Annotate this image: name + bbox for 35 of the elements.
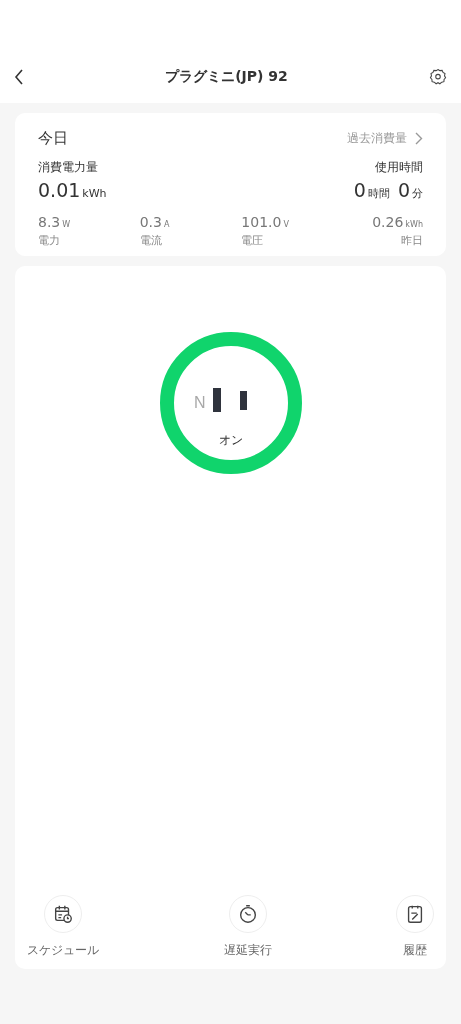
today-title: 今日 [38, 128, 68, 149]
socket-label: N [193, 393, 206, 411]
device-title: プラグミニ(JP) 92 [165, 68, 288, 85]
metric-value: 8.3 [38, 214, 61, 230]
history-button[interactable] [396, 894, 434, 933]
usage-time-label: 使用時間 [374, 158, 423, 176]
metric-unit: W [62, 220, 71, 229]
energy-unit: kWh [82, 185, 107, 202]
action-label: 履歴 [403, 941, 427, 959]
metric-unit: kWh [405, 220, 423, 229]
socket-slots-icon [212, 387, 247, 412]
metric-label: 電流 [139, 233, 163, 249]
settings-icon[interactable] [429, 67, 447, 86]
metric-unit: V [283, 220, 289, 229]
timer-button[interactable] [228, 894, 267, 933]
minutes-unit: 分 [412, 185, 423, 202]
metric-value: 0.3 [139, 214, 162, 230]
hours-value: 0 [353, 177, 366, 203]
hours-unit: 時間 [367, 185, 390, 202]
schedule-button[interactable] [44, 894, 82, 933]
power-state-label: オン [218, 432, 243, 447]
metric-unit: A [163, 220, 170, 229]
power-toggle[interactable]: N オン [159, 331, 302, 474]
energy-value: 0.01 [38, 177, 81, 203]
metric-label: 電圧 [241, 233, 265, 249]
metric-value: 101.0 [241, 214, 282, 230]
back-icon[interactable] [14, 68, 24, 85]
minutes-value: 0 [397, 177, 410, 203]
metric-label: 昨日 [399, 233, 423, 249]
energy-label: 消費電力量 [38, 158, 99, 176]
metric-label: 電力 [38, 233, 61, 249]
action-label: スケジュール [27, 941, 99, 959]
chevron-right-icon [415, 131, 423, 145]
action-label: 遅延実行 [223, 941, 272, 959]
metric-value: 0.26 [372, 214, 404, 230]
